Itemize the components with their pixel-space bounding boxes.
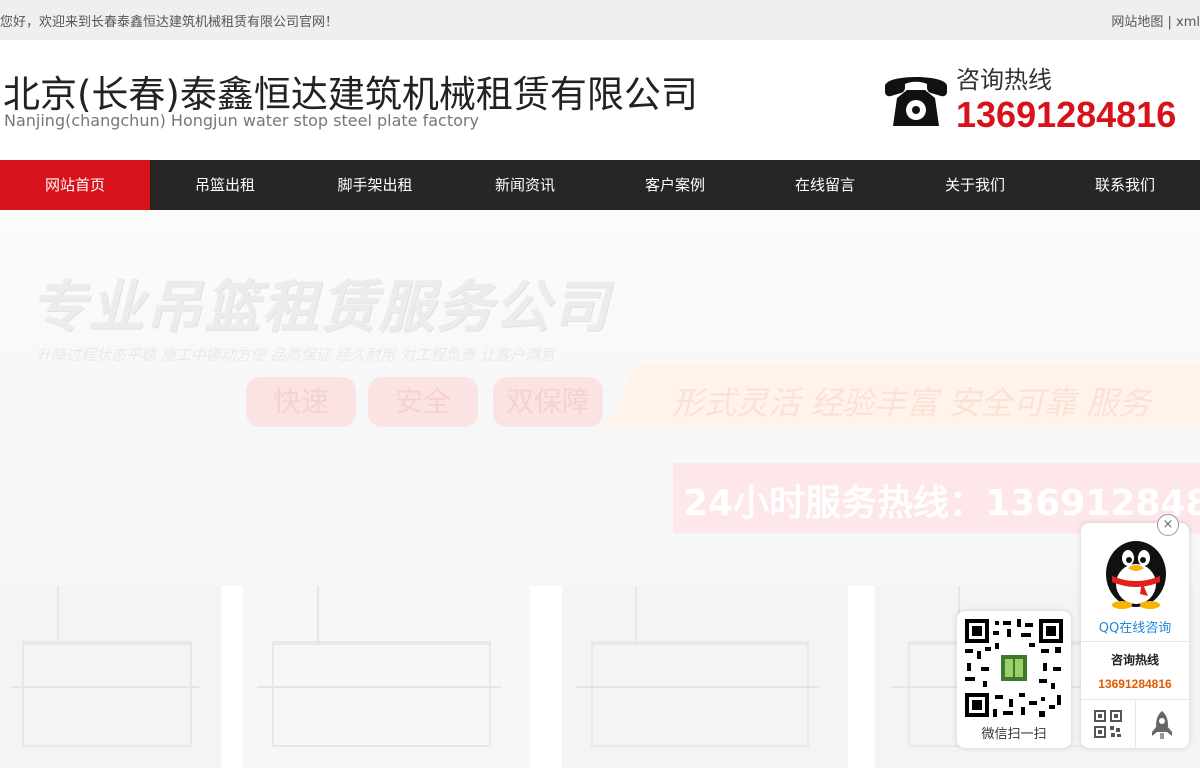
hotline-number[interactable]: 13691284816 (956, 94, 1176, 136)
wechat-qr-code (963, 617, 1065, 719)
product-image[interactable] (562, 586, 848, 768)
gondola-frame (590, 586, 810, 747)
company-name[interactable]: 北京(长春)泰鑫恒达建筑机械租赁有限公司 (3, 64, 698, 118)
hotline-label: 咨询热线 (956, 66, 1052, 94)
floating-service-panel: QQ在线咨询 咨询热线 13691284816 (1081, 523, 1189, 748)
company-english-name: Nanjing(changchun) Hongjun water stop st… (4, 111, 479, 130)
top-bar: 您好，欢迎来到长春泰鑫恒达建筑机械租赁有限公司官网！ 网站地图 | xml (0, 0, 1200, 40)
qq-penguin-icon[interactable] (1100, 534, 1172, 609)
top-link-separator: | (1167, 15, 1172, 30)
wechat-qr-popup: 微信扫一扫 (957, 611, 1071, 748)
back-to-top-button[interactable] (1135, 699, 1189, 748)
nav-item-contact[interactable]: 联系我们 (1050, 160, 1200, 210)
nav-item-scaffold-rental[interactable]: 脚手架出租 (300, 160, 450, 210)
site-header: 北京(长春)泰鑫恒达建筑机械租赁有限公司 Nanjing(changchun) … (0, 40, 1200, 160)
float-hotline-label: 咨询热线 (1110, 653, 1159, 667)
gondola-rail (11, 686, 199, 689)
nav-item-message[interactable]: 在线留言 (750, 160, 900, 210)
banner-pill-fast: 快速 (246, 377, 356, 427)
main-navigation: 网站首页 吊篮出租 脚手架出租 新闻资讯 客户案例 在线留言 关于我们 联系我们 (0, 160, 1200, 210)
qr-code-icon (1094, 710, 1122, 738)
banner-pill-double: 双保障 (493, 377, 603, 427)
qq-online-consult-link[interactable]: QQ在线咨询 (1081, 617, 1189, 636)
nav-item-news[interactable]: 新闻资讯 (450, 160, 600, 210)
welcome-text: 您好，欢迎来到长春泰鑫恒达建筑机械租赁有限公司官网！ (0, 15, 339, 30)
telephone-icon (885, 77, 947, 126)
nav-item-about[interactable]: 关于我们 (900, 160, 1050, 210)
banner-subtitle: 升降过程状态平稳 施工中挪动方便 品质保证 经久耐用 对工程负责 让客户满意 (36, 346, 555, 364)
banner-pill-safe: 安全 (368, 377, 478, 427)
sitemap-link[interactable]: 网站地图 (1111, 15, 1163, 30)
gondola-frame (271, 586, 491, 747)
qr-caption: 微信扫一扫 (981, 727, 1047, 742)
banner-service-hotline: 24小时服务热线：13691284816 (683, 483, 1200, 524)
nav-item-cases[interactable]: 客户案例 (600, 160, 750, 210)
xml-link[interactable]: xml (1176, 15, 1200, 30)
nav-item-home[interactable]: 网站首页 (0, 160, 150, 210)
product-image[interactable] (0, 586, 221, 768)
float-hotline-number: 13691284816 (1098, 677, 1172, 691)
product-image[interactable] (243, 586, 530, 768)
top-links: 网站地图 | xml (1111, 11, 1200, 30)
hero-banner[interactable]: 专业吊篮租赁服务公司 升降过程状态平稳 施工中挪动方便 品质保证 经久耐用 对工… (0, 210, 1200, 586)
wechat-qr-button[interactable] (1081, 699, 1136, 748)
rocket-icon (1152, 711, 1172, 739)
banner-title: 专业吊篮租赁服务公司 (30, 275, 610, 340)
close-icon[interactable]: × (1157, 514, 1179, 536)
banner-slogan: 形式灵活 经验丰富 安全可靠 服务 (672, 384, 1151, 422)
gondola-frame (22, 586, 192, 747)
panel-divider (1081, 641, 1189, 642)
nav-item-gondola-rental[interactable]: 吊篮出租 (150, 160, 300, 210)
gondola-rail (576, 686, 820, 689)
gondola-rail (257, 686, 502, 689)
